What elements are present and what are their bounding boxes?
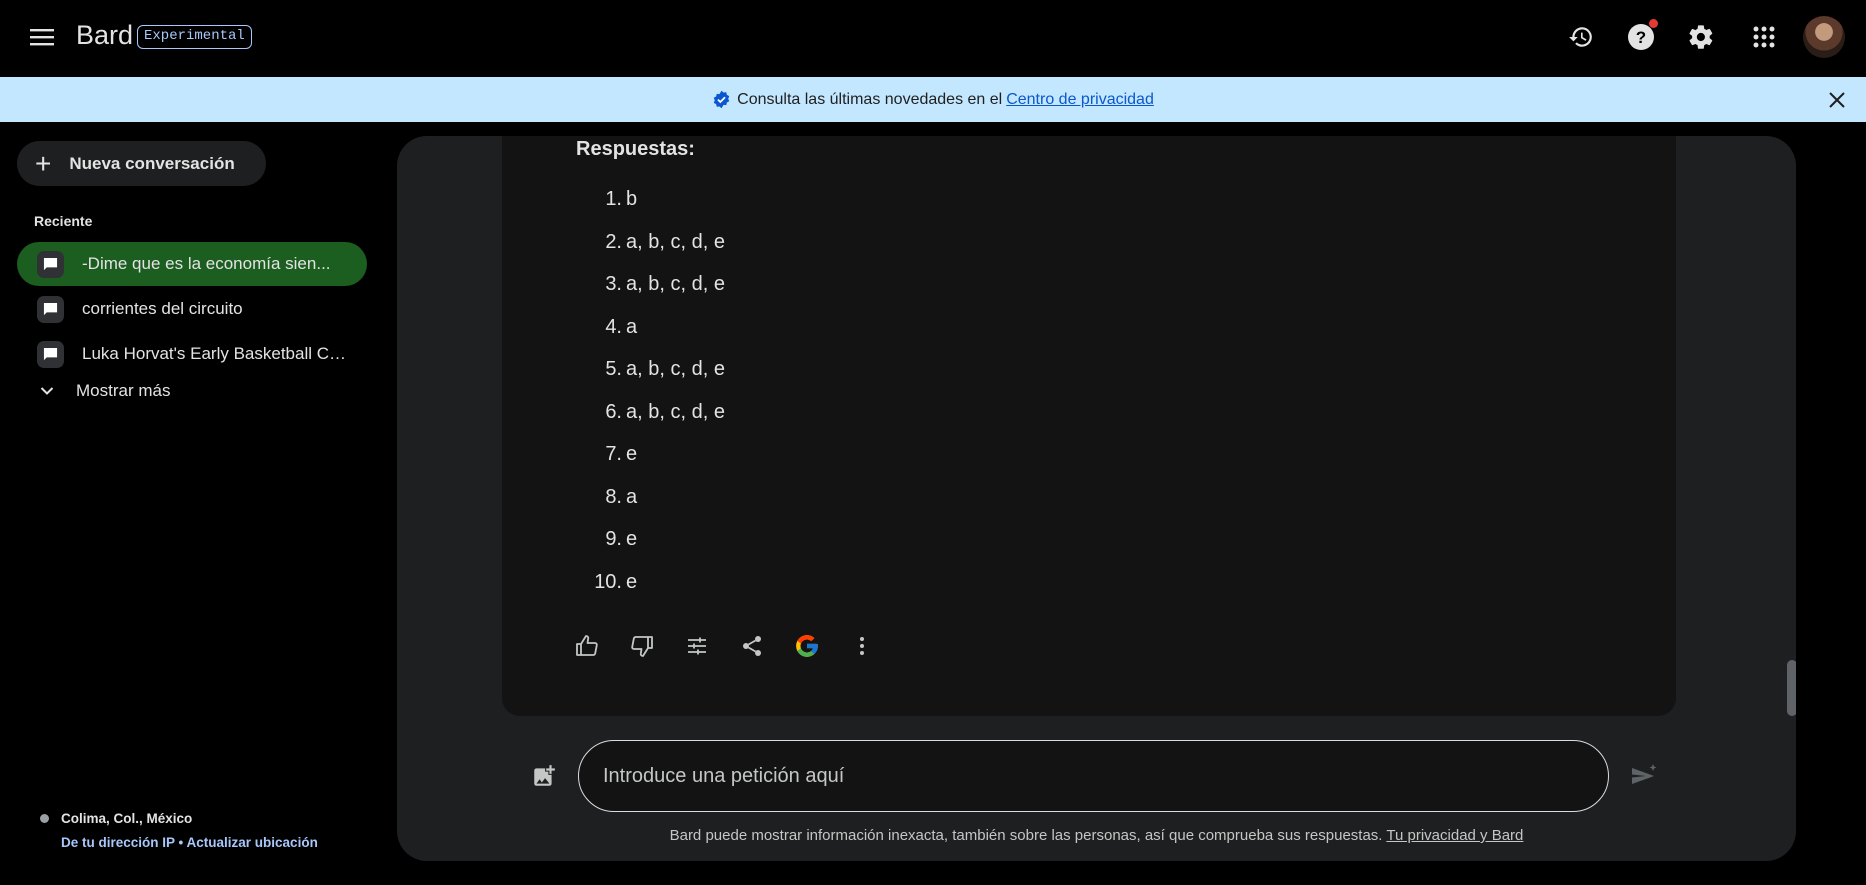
answer-text: a bbox=[626, 485, 638, 508]
answer-text: a, b, c, d, e bbox=[626, 400, 725, 423]
chat-icon bbox=[37, 340, 64, 368]
scrollbar-thumb[interactable] bbox=[1787, 660, 1796, 716]
location-source-link[interactable]: De tu dirección IP bbox=[61, 835, 175, 850]
update-location-link[interactable]: Actualizar ubicación bbox=[187, 835, 318, 850]
list-item: 10. e bbox=[576, 561, 725, 604]
close-icon[interactable] bbox=[1824, 87, 1850, 113]
chat-icon bbox=[37, 250, 64, 278]
settings-icon[interactable] bbox=[1681, 17, 1721, 57]
plus-icon: + bbox=[35, 147, 52, 179]
list-item: 3. a, b, c, d, e bbox=[576, 263, 725, 306]
conversation-item[interactable]: -Dime que es la economía sien... bbox=[17, 242, 367, 286]
list-item: 8. a bbox=[576, 476, 725, 519]
thumb-down-icon[interactable] bbox=[627, 631, 657, 661]
answer-text: a, b, c, d, e bbox=[626, 358, 725, 380]
list-number: 8. bbox=[605, 485, 622, 508]
list-number: 9. bbox=[605, 528, 622, 550]
answer-text: e bbox=[626, 443, 638, 465]
list-item: 4. a bbox=[576, 306, 725, 349]
list-number: 5. bbox=[605, 358, 622, 380]
history-icon[interactable] bbox=[1561, 17, 1601, 57]
list-item: 1. b bbox=[576, 178, 725, 221]
privacy-center-link[interactable]: Centro de privacidad bbox=[1006, 91, 1154, 109]
answer-text: a, b, c, d, e bbox=[626, 230, 725, 253]
response-heading: Respuestas: bbox=[576, 138, 695, 160]
conversation-title: Luka Horvat's Early Basketball Ca... bbox=[82, 344, 352, 363]
experimental-badge: Experimental bbox=[137, 25, 252, 49]
new-chat-button[interactable]: + Nueva conversación bbox=[17, 141, 266, 186]
recent-heading: Reciente bbox=[34, 213, 93, 229]
disclaimer-text: Bard puede mostrar información inexacta,… bbox=[669, 827, 1383, 844]
menu-icon[interactable] bbox=[24, 22, 60, 52]
list-item: 2. a, b, c, d, e bbox=[576, 221, 725, 264]
chat-icon bbox=[37, 295, 64, 323]
chevron-down-icon bbox=[40, 386, 54, 396]
new-chat-label: Nueva conversación bbox=[69, 153, 235, 173]
verified-icon bbox=[712, 90, 731, 109]
show-more-label: Mostrar más bbox=[76, 381, 171, 400]
brand-name[interactable]: Bard bbox=[76, 20, 133, 51]
banner-text: Consulta las últimas novedades en el bbox=[737, 90, 1003, 108]
disclaimer: Bard puede mostrar información inexacta,… bbox=[397, 827, 1796, 844]
list-item: 7. e bbox=[576, 433, 725, 476]
modify-icon[interactable] bbox=[682, 631, 712, 661]
prompt-box[interactable] bbox=[578, 740, 1609, 812]
answer-text: e bbox=[626, 570, 638, 593]
help-icon[interactable]: ? bbox=[1621, 17, 1661, 57]
sidebar: + Nueva conversación Reciente -Dime que … bbox=[0, 122, 390, 885]
add-image-icon[interactable] bbox=[528, 760, 560, 792]
location-separator: • bbox=[178, 835, 184, 850]
list-number: 4. bbox=[605, 315, 622, 338]
location-info: Colima, Col., México De tu dirección IP … bbox=[40, 811, 318, 850]
conversation-item[interactable]: Luka Horvat's Early Basketball Ca... bbox=[17, 332, 367, 376]
list-number: 7. bbox=[605, 443, 622, 465]
response-actions bbox=[572, 631, 902, 661]
notification-dot bbox=[1649, 19, 1658, 28]
answer-text: a, b, c, d, e bbox=[626, 273, 725, 295]
list-number: 3. bbox=[605, 273, 622, 295]
prompt-input[interactable] bbox=[603, 764, 1563, 788]
answer-text: e bbox=[626, 528, 638, 550]
top-bar: Bard Experimental ? bbox=[0, 0, 1866, 77]
list-number: 10. bbox=[594, 570, 622, 593]
answer-text: b bbox=[626, 188, 638, 210]
show-more-button[interactable]: Mostrar más bbox=[40, 381, 170, 401]
share-icon[interactable] bbox=[737, 631, 767, 661]
google-icon[interactable] bbox=[792, 631, 822, 661]
send-icon[interactable] bbox=[1626, 758, 1662, 794]
list-number: 1. bbox=[605, 188, 622, 210]
avatar[interactable] bbox=[1803, 16, 1845, 58]
conversation-item[interactable]: corrientes del circuito bbox=[17, 287, 367, 331]
list-item: 9. e bbox=[576, 518, 725, 561]
answer-text: a bbox=[626, 315, 638, 338]
location-dot-icon bbox=[40, 814, 49, 823]
list-number: 2. bbox=[605, 230, 622, 253]
list-number: 6. bbox=[605, 400, 622, 423]
list-item: 6. a, b, c, d, e bbox=[576, 391, 725, 434]
response-card: Respuestas: 1. b 2. a, b, c, d, e 3. a, b, … bbox=[502, 136, 1676, 716]
answers-list: 1. b 2. a, b, c, d, e 3. a, b, c, d, e 4. a … bbox=[576, 178, 725, 603]
conversation-title: corrientes del circuito bbox=[82, 299, 243, 318]
thumb-up-icon[interactable] bbox=[572, 631, 602, 661]
apps-icon[interactable] bbox=[1744, 17, 1784, 57]
conversation-title: -Dime que es la economía sien... bbox=[82, 254, 331, 273]
privacy-banner: Consulta las últimas novedades en el Cen… bbox=[0, 77, 1866, 122]
svg-text:?: ? bbox=[1636, 28, 1646, 47]
list-item: 5. a, b, c, d, e bbox=[576, 348, 725, 391]
privacy-link[interactable]: Tu privacidad y Bard bbox=[1386, 827, 1523, 844]
chat-panel: Respuestas: 1. b 2. a, b, c, d, e 3. a, b, … bbox=[397, 136, 1796, 861]
location-place: Colima, Col., México bbox=[61, 811, 193, 826]
more-icon[interactable] bbox=[847, 631, 877, 661]
